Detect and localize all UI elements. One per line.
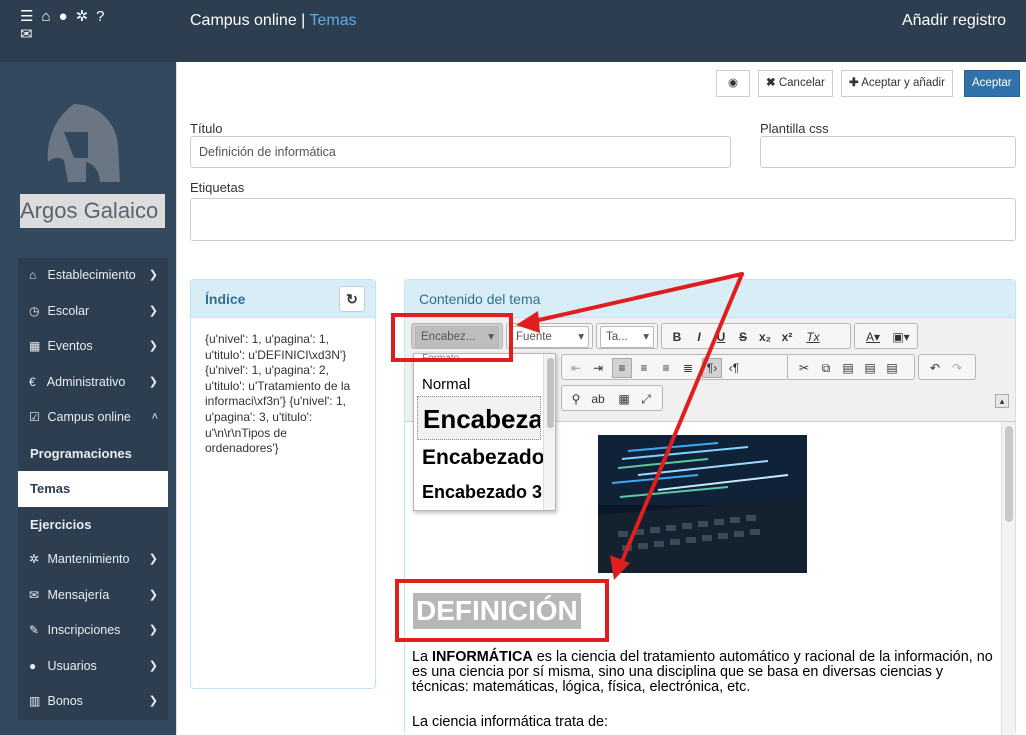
- annotation-arrows: [516, 272, 744, 580]
